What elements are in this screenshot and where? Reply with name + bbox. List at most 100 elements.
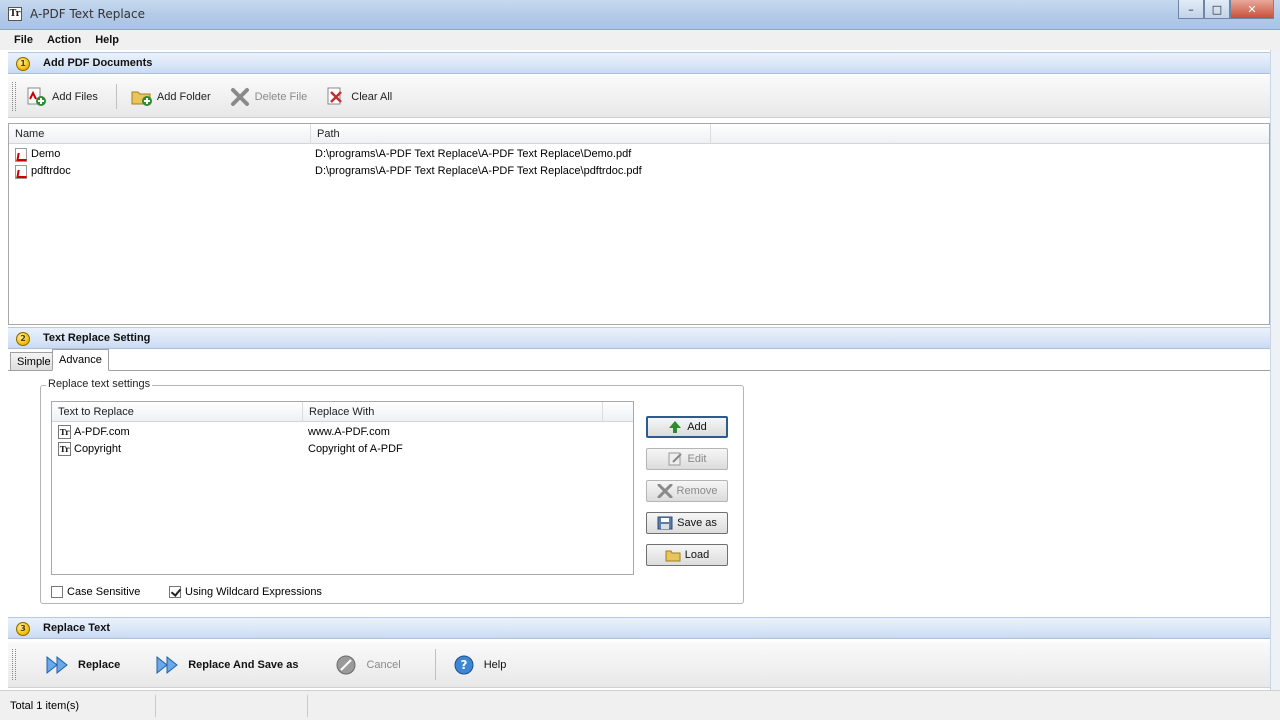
replace-and-save-as-button[interactable]: Replace And Save as [154,652,298,678]
title-bar: Tr A-PDF Text Replace – □ ✕ [0,0,1280,30]
delete-file-button[interactable]: Delete File [229,87,308,107]
delete-icon [229,87,251,107]
file-list-header: Name Path [9,124,1269,144]
clear-all-icon [325,87,347,107]
edit-icon [668,452,684,466]
wildcard-label: Using Wildcard Expressions [185,586,322,598]
wildcard-box[interactable] [169,586,181,598]
add-rule-button[interactable]: Add [646,416,728,438]
edit-label: Edit [687,453,707,465]
minimize-button[interactable]: – [1178,0,1204,19]
files-toolbar: Add Files Add Folder Delete File Clear A… [8,76,1270,118]
column-text-to-replace[interactable]: Text to Replace [52,402,303,422]
app-icon: Tr [8,7,22,21]
add-folder-button[interactable]: Add Folder [131,87,211,107]
replace-label: Replace [78,658,121,671]
toolbar-grip[interactable] [12,82,16,111]
add-folder-icon [131,87,153,107]
replace-rule-row[interactable]: Tr Copyright Copyright of A-PDF [52,441,633,458]
case-sensitive-box[interactable] [51,586,63,598]
file-row[interactable]: Demo D:\programs\A-PDF Text Replace\A-PD… [9,146,1269,163]
clear-all-label: Clear All [351,90,393,103]
fast-forward-icon [154,652,182,678]
replace-rules-list[interactable]: Text to Replace Replace With Tr A-PDF.co… [51,401,634,575]
replace-rules-header: Text to Replace Replace With [52,402,633,422]
cancel-label: Cancel [366,658,401,671]
fast-forward-icon [44,652,72,678]
section-title: Add PDF Documents [43,57,153,69]
cancel-button[interactable]: Cancel [332,652,401,678]
toolbar-separator [434,648,436,681]
help-label: Help [483,658,507,671]
file-list[interactable]: Name Path Demo D:\programs\A-PDF Text Re… [8,123,1270,325]
edit-rule-button[interactable]: Edit [646,448,728,470]
add-icon [667,420,683,434]
file-row[interactable]: pdftrdoc D:\programs\A-PDF Text Replace\… [9,163,1269,180]
window-controls: – □ ✕ [1178,0,1274,20]
column-replace-with[interactable]: Replace With [303,402,603,422]
section-title: Text Replace Setting [43,332,151,344]
remove-rule-button[interactable]: Remove [646,480,728,502]
toolbar-grip[interactable] [12,648,16,681]
pdf-file-icon [15,148,27,162]
text-replace-icon: Tr [58,442,71,456]
load-label: Load [684,549,710,561]
toolbar-separator [115,84,117,109]
help-button[interactable]: ? Help [450,652,507,678]
rule-replace-text: Copyright of A-PDF [308,443,403,455]
section-title: Replace Text [43,622,111,634]
step-3-icon: 3 [16,622,30,636]
load-rules-button[interactable]: Load [646,544,728,566]
add-files-label: Add Files [52,90,98,103]
settings-tabs: Simple Advance [8,349,1270,371]
menu-file[interactable]: File [10,34,37,46]
right-edge-scroll[interactable] [1270,50,1280,690]
text-replace-icon: Tr [58,425,71,439]
remove-label: Remove [676,485,718,497]
section-text-replace-setting[interactable]: 2 Text Replace Setting [8,327,1270,349]
pdf-file-icon [15,165,27,179]
tab-advance[interactable]: Advance [52,349,109,371]
advance-tab-panel: Replace text settings Text to Replace Re… [8,371,1270,615]
file-name: Demo [31,148,61,160]
replace-and-save-as-label: Replace And Save as [188,658,299,671]
action-toolbar: Replace Replace And Save as Cancel ? Hel… [8,642,1270,688]
wildcard-checkbox[interactable]: Using Wildcard Expressions [169,586,322,598]
close-button[interactable]: ✕ [1230,0,1274,19]
status-pane-2 [156,695,308,717]
rule-replace-text: www.A-PDF.com [308,426,390,438]
menu-action[interactable]: Action [43,34,85,46]
column-name[interactable]: Name [9,124,311,144]
rule-find-text: Copyright [74,443,122,455]
column-path[interactable]: Path [311,124,711,144]
menu-bar: File Action Help [0,30,1280,50]
replace-button[interactable]: Replace [44,652,120,678]
menu-help[interactable]: Help [91,34,123,46]
group-legend: Replace text settings [46,378,153,390]
save-as-label: Save as [677,517,717,529]
add-label: Add [687,421,707,433]
section-replace-text[interactable]: 3 Replace Text [8,617,1270,639]
replace-text-settings-group: Replace text settings Text to Replace Re… [40,378,744,604]
step-1-icon: 1 [16,57,30,71]
case-sensitive-label: Case Sensitive [67,586,141,598]
add-folder-label: Add Folder [156,90,211,103]
step-2-icon: 2 [16,332,30,346]
replace-rule-row[interactable]: Tr A-PDF.com www.A-PDF.com [52,424,633,441]
save-icon [657,516,673,530]
section-add-pdf-documents[interactable]: 1 Add PDF Documents [8,52,1270,74]
maximize-button[interactable]: □ [1204,0,1230,19]
svg-text:?: ? [460,658,467,672]
file-path: D:\programs\A-PDF Text Replace\A-PDF Tex… [315,148,632,160]
add-files-button[interactable]: Add Files [26,87,98,107]
help-icon: ? [450,652,478,678]
status-bar: Total 1 item(s) [0,690,1280,720]
delete-file-label: Delete File [254,90,308,103]
add-file-icon [26,87,48,107]
tab-simple[interactable]: Simple [10,352,58,371]
save-as-rules-button[interactable]: Save as [646,512,728,534]
clear-all-button[interactable]: Clear All [325,87,392,107]
file-path: D:\programs\A-PDF Text Replace\A-PDF Tex… [315,165,642,177]
remove-icon [657,483,673,499]
case-sensitive-checkbox[interactable]: Case Sensitive [51,586,140,598]
